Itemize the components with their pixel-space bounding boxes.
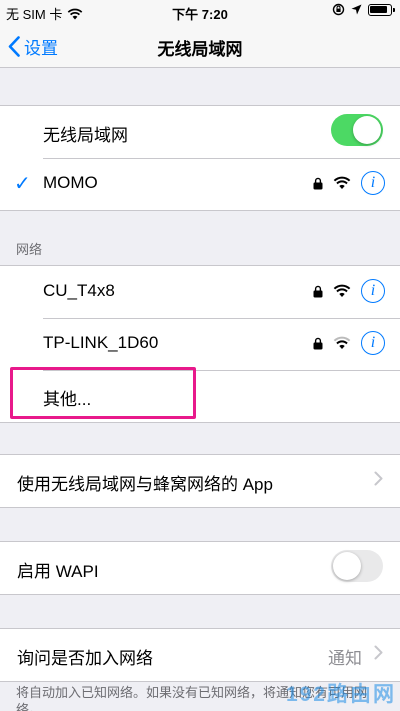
- ask-join-group: 询问是否加入网络 通知: [0, 628, 400, 682]
- network-row[interactable]: TP-LINK_1D60 i: [0, 318, 400, 370]
- other-network-label: 其他...: [43, 390, 92, 409]
- lock-icon: [313, 177, 323, 189]
- network-name: TP-LINK_1D60: [43, 333, 159, 352]
- app-group: 使用无线局域网与蜂窝网络的 App: [0, 454, 400, 508]
- status-bar: 无 SIM 卡 下午 7:20: [0, 0, 400, 24]
- location-icon: [351, 4, 362, 15]
- watermark: 192路由网: [285, 683, 396, 706]
- wifi-signal-icon: [333, 284, 351, 297]
- info-icon[interactable]: i: [361, 279, 385, 303]
- chevron-right-icon: [374, 471, 383, 486]
- wlan-cellular-apps-row[interactable]: 使用无线局域网与蜂窝网络的 App: [0, 455, 400, 507]
- chevron-right-icon: [374, 645, 383, 660]
- wlan-cellular-apps-label: 使用无线局域网与蜂窝网络的 App: [17, 475, 273, 494]
- ask-join-label: 询问是否加入网络: [17, 649, 153, 668]
- checkmark-icon: ✓: [14, 173, 31, 195]
- info-icon[interactable]: i: [361, 331, 385, 355]
- info-icon[interactable]: i: [361, 171, 385, 195]
- toggle-knob: [333, 552, 361, 580]
- page-title: 无线局域网: [157, 40, 243, 59]
- rotation-lock-icon: [332, 3, 345, 16]
- wapi-label: 启用 WAPI: [17, 562, 99, 581]
- lock-icon: [313, 337, 323, 349]
- battery-icon: [368, 3, 395, 16]
- ask-join-row[interactable]: 询问是否加入网络 通知: [0, 629, 400, 681]
- wifi-toggle[interactable]: [331, 114, 383, 146]
- connected-network-name: MOMO: [43, 173, 98, 192]
- connected-network-row[interactable]: ✓ MOMO i: [0, 158, 400, 210]
- network-name: CU_T4x8: [43, 281, 115, 300]
- wifi-signal-icon: [333, 176, 351, 189]
- wifi-toggle-label: 无线局域网: [43, 126, 128, 145]
- wifi-signal-icon: [333, 336, 351, 349]
- wapi-group: 启用 WAPI: [0, 541, 400, 595]
- networks-group: CU_T4x8 i TP-LINK_1D60 i 其他...: [0, 265, 400, 423]
- network-row[interactable]: CU_T4x8 i: [0, 266, 400, 318]
- lock-icon: [313, 285, 323, 297]
- ask-join-value: 通知: [328, 649, 362, 668]
- wifi-group: 无线局域网 ✓ MOMO i: [0, 105, 400, 211]
- toggle-knob: [353, 116, 381, 144]
- wapi-toggle[interactable]: [331, 550, 383, 582]
- other-network-row[interactable]: 其他...: [0, 370, 400, 422]
- networks-section-header: 网络: [16, 242, 43, 257]
- navigation-bar: 设置 无线局域网: [0, 24, 400, 68]
- wapi-row: 启用 WAPI: [0, 542, 400, 594]
- wifi-toggle-row: 无线局域网: [0, 106, 400, 158]
